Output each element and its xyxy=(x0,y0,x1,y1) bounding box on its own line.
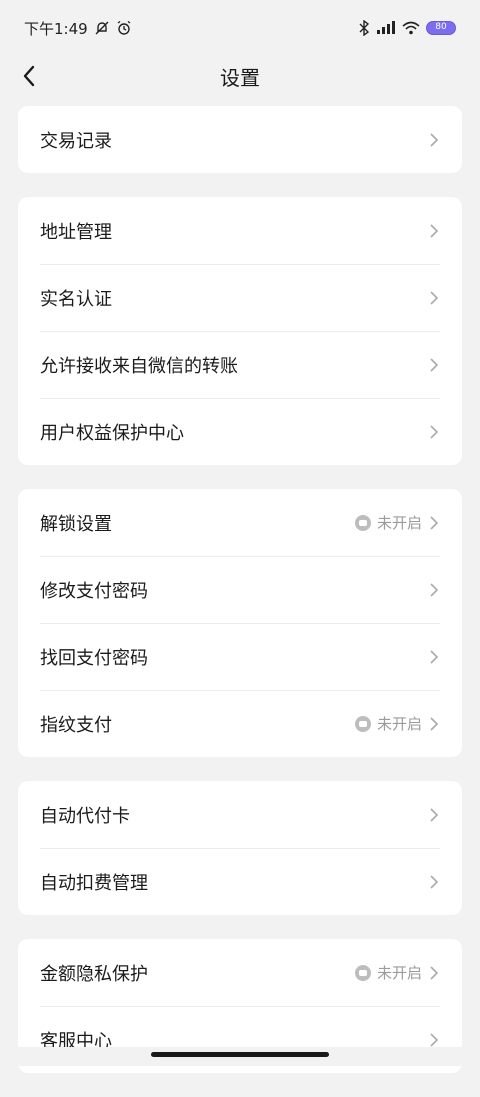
settings-card-transactions: 交易记录 xyxy=(18,106,462,173)
row-allow-wechat-transfer[interactable]: 允许接收来自微信的转账 xyxy=(18,331,462,398)
row-right xyxy=(428,582,440,598)
row-right xyxy=(428,132,440,148)
row-label: 修改支付密码 xyxy=(40,580,148,602)
chevron-right-icon xyxy=(430,716,439,731)
row-fingerprint-payment[interactable]: 指纹支付 未开启 xyxy=(18,690,462,757)
row-unlock-settings[interactable]: 解锁设置 未开启 xyxy=(18,489,462,556)
chevron-right-icon xyxy=(430,515,439,530)
row-right xyxy=(428,874,440,890)
row-change-payment-password[interactable]: 修改支付密码 xyxy=(18,556,462,623)
home-indicator[interactable] xyxy=(151,1052,329,1057)
settings-card-account: 地址管理 实名认证 允许接收来自微信的转账 用户权益保护中心 xyxy=(18,197,462,465)
alarm-icon xyxy=(117,20,131,35)
settings-card-security: 解锁设置 未开启 修改支付密码 找回支付密码 指纹支付 未开启 xyxy=(18,489,462,757)
row-amount-privacy-protection[interactable]: 金额隐私保护 未开启 xyxy=(18,939,462,1006)
row-right: 未开启 xyxy=(354,962,440,983)
chevron-right-icon xyxy=(430,424,439,439)
row-label: 金额隐私保护 xyxy=(40,963,148,985)
cellular-signal-icon xyxy=(377,21,395,34)
mute-bell-icon xyxy=(95,21,109,35)
settings-list: 交易记录 地址管理 实名认证 允许接收来自微信的转账 用户权益保护中心 解锁设置… xyxy=(18,106,462,1097)
row-label: 自动代付卡 xyxy=(40,805,130,827)
chevron-right-icon xyxy=(430,1032,439,1047)
row-right: 未开启 xyxy=(354,713,440,734)
chevron-right-icon xyxy=(430,807,439,822)
status-text: 未开启 xyxy=(376,964,422,982)
nav-bar: 设置 xyxy=(0,56,480,96)
row-label: 地址管理 xyxy=(40,221,112,243)
row-right xyxy=(428,223,440,239)
row-label: 指纹支付 xyxy=(40,714,112,736)
back-arrow-icon xyxy=(23,65,35,87)
chevron-right-icon xyxy=(430,357,439,372)
row-auto-deduction-management[interactable]: 自动扣费管理 xyxy=(18,848,462,915)
page-title: 设置 xyxy=(220,65,260,90)
status-text: 未开启 xyxy=(376,514,422,532)
chevron-right-icon xyxy=(430,582,439,597)
settings-card-auto-pay: 自动代付卡 自动扣费管理 xyxy=(18,781,462,915)
chevron-right-icon xyxy=(430,649,439,664)
row-label: 交易记录 xyxy=(40,130,112,152)
chevron-right-icon xyxy=(430,965,439,980)
bluetooth-icon xyxy=(359,20,370,36)
lock-icon xyxy=(354,964,371,981)
row-label: 自动扣费管理 xyxy=(40,872,148,894)
chevron-right-icon xyxy=(430,290,439,305)
row-right xyxy=(428,290,440,306)
row-right xyxy=(428,357,440,373)
row-right: 未开启 xyxy=(354,512,440,533)
row-label: 允许接收来自微信的转账 xyxy=(40,355,238,377)
lock-icon xyxy=(354,715,371,732)
row-transaction-records[interactable]: 交易记录 xyxy=(18,106,462,173)
row-real-name-verification[interactable]: 实名认证 xyxy=(18,264,462,331)
row-right xyxy=(428,649,440,665)
row-label: 用户权益保护中心 xyxy=(40,422,184,444)
back-button[interactable] xyxy=(14,60,44,92)
row-label: 解锁设置 xyxy=(40,513,112,535)
wifi-icon xyxy=(402,21,420,35)
row-right xyxy=(428,807,440,823)
row-right xyxy=(428,424,440,440)
status-right: 80 xyxy=(358,20,456,36)
battery-indicator: 80 xyxy=(426,21,456,35)
chevron-right-icon xyxy=(430,132,439,147)
row-address-management[interactable]: 地址管理 xyxy=(18,197,462,264)
status-text: 未开启 xyxy=(376,715,422,733)
row-recover-payment-password[interactable]: 找回支付密码 xyxy=(18,623,462,690)
row-auto-proxy-card[interactable]: 自动代付卡 xyxy=(18,781,462,848)
row-user-rights-center[interactable]: 用户权益保护中心 xyxy=(18,398,462,465)
row-right xyxy=(428,1032,440,1048)
row-label: 找回支付密码 xyxy=(40,647,148,669)
status-time: 下午1:49 xyxy=(24,19,88,38)
status-left: 下午1:49 xyxy=(24,18,132,39)
chevron-right-icon xyxy=(430,223,439,238)
row-label: 实名认证 xyxy=(40,288,112,310)
chevron-right-icon xyxy=(430,874,439,889)
status-bar: 下午1:49 80 xyxy=(0,0,480,56)
lock-icon xyxy=(354,514,371,531)
